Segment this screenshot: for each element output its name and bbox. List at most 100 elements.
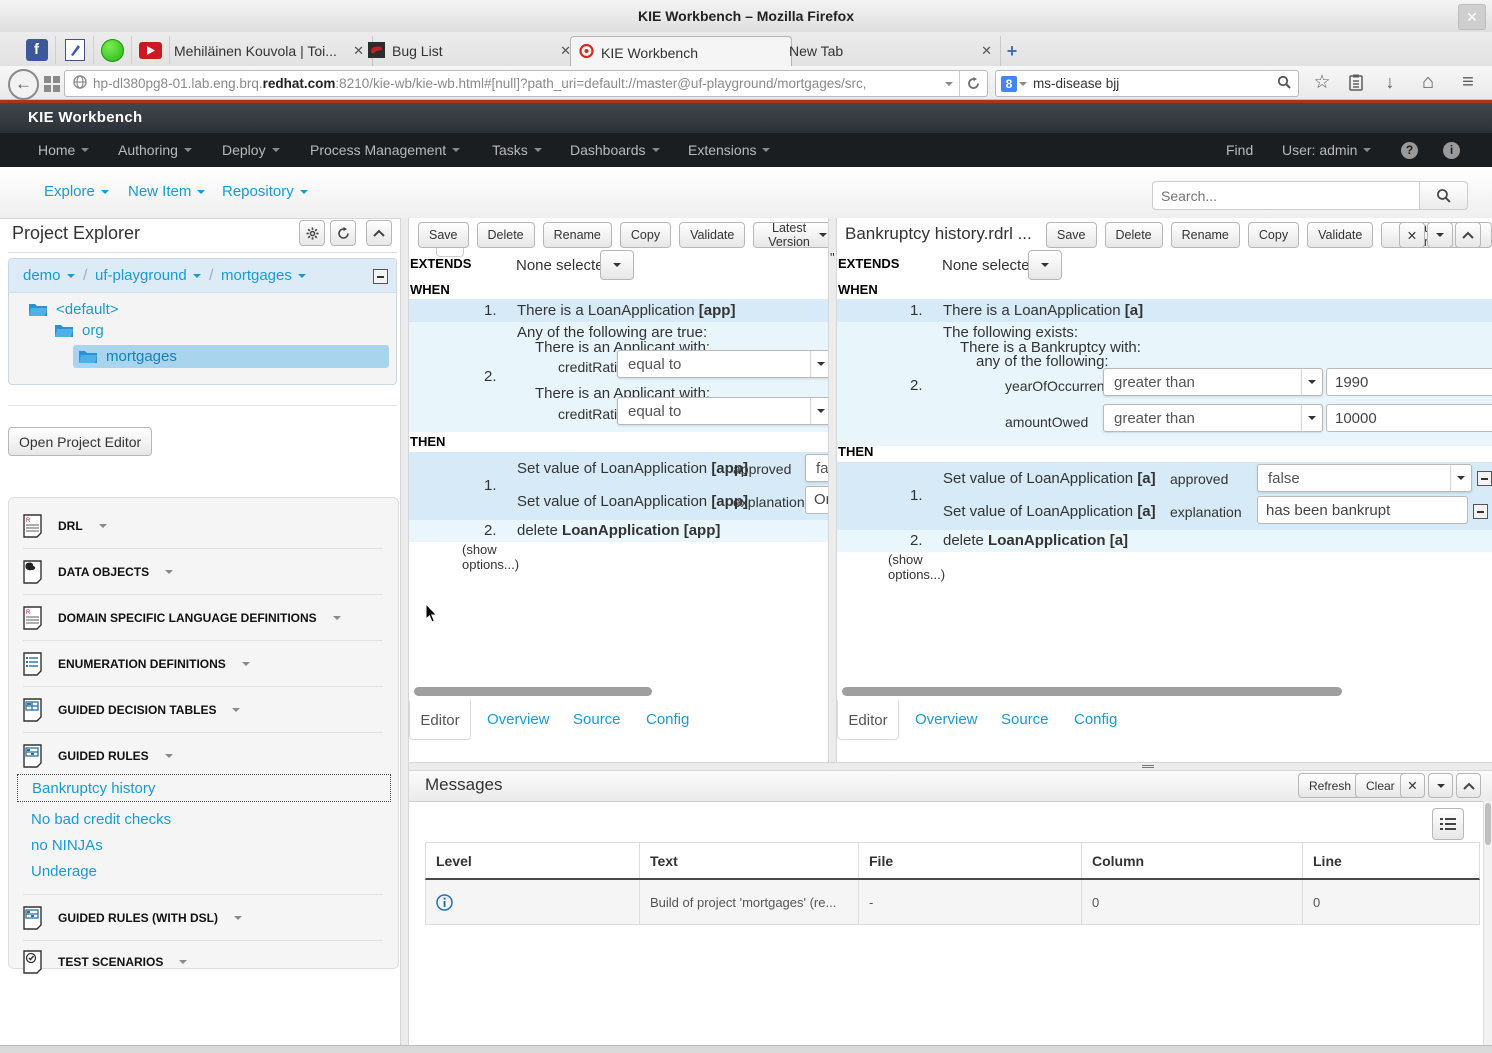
section-guided-rules[interactable]: GUIDED RULES xyxy=(23,744,173,768)
downloads-icon[interactable]: ↓ xyxy=(1376,69,1404,96)
approved-value-select-clipped[interactable]: fa xyxy=(805,454,828,482)
then-row-1[interactable]: Set value of LoanApplication [a] approve… xyxy=(837,462,1492,530)
breadcrumb-package[interactable]: mortgages xyxy=(221,267,306,284)
right-tab-overview[interactable]: Overview xyxy=(915,711,978,728)
message-list-view-button[interactable] xyxy=(1432,808,1464,840)
extends-dropdown-button[interactable] xyxy=(600,250,634,280)
editor-splitter[interactable] xyxy=(828,218,837,762)
guided-rule-item[interactable]: no NINJAs xyxy=(31,837,103,854)
menu-dashboards[interactable]: Dashboards xyxy=(570,133,660,167)
latest-version-button[interactable]: Latest Version xyxy=(753,222,828,248)
col-text[interactable]: Text xyxy=(640,843,859,878)
minimize-editor-button[interactable] xyxy=(1427,222,1453,248)
tab-kie-workbench[interactable]: KIE Workbench xyxy=(570,36,792,68)
breadcrumb-project[interactable]: uf-playground xyxy=(95,267,201,284)
close-messages-button[interactable]: ✕ xyxy=(1400,773,1425,798)
scrollbar-thumb[interactable] xyxy=(1485,803,1491,845)
tab-bug-list[interactable]: Bug List ✕ xyxy=(360,36,580,66)
search-go-icon[interactable] xyxy=(1270,75,1298,92)
minimize-messages-button[interactable] xyxy=(1428,773,1453,798)
when-row-2[interactable]: Any of the following are true: There is … xyxy=(409,322,828,432)
explanation-input-clipped[interactable]: On xyxy=(805,486,828,514)
tab-groups-icon[interactable] xyxy=(44,76,51,83)
col-column[interactable]: Column xyxy=(1082,843,1303,878)
tab-mehilainen[interactable]: Mehiläinen Kouvola | Toi... ✕ xyxy=(166,36,373,66)
when-row-2[interactable]: The following exists: There is a Bankrup… xyxy=(837,322,1492,446)
when-row-1[interactable]: 1. There is a LoanApplication [app] xyxy=(409,299,828,322)
pinned-tab-notes[interactable] xyxy=(56,36,94,64)
reload-button[interactable] xyxy=(959,71,987,96)
guided-rule-item-focused[interactable]: Bankruptcy history xyxy=(17,774,391,802)
validate-button[interactable]: Validate xyxy=(1307,222,1373,248)
clear-button[interactable]: Clear xyxy=(1355,773,1406,798)
extends-dropdown-button[interactable] xyxy=(1028,250,1062,280)
then-row-2[interactable]: 2. delete LoanApplication [a] xyxy=(837,530,1492,552)
menu-authoring[interactable]: Authoring xyxy=(118,133,192,167)
validate-button[interactable]: Validate xyxy=(679,222,745,248)
section-dsl-definitions[interactable]: R DOMAIN SPECIFIC LANGUAGE DEFINITIONS xyxy=(23,606,341,630)
messages-vertical-scrollbar[interactable] xyxy=(1483,801,1492,1045)
breadcrumb-repo[interactable]: demo xyxy=(23,267,75,284)
copy-button[interactable]: Copy xyxy=(1248,222,1299,248)
creditRating-operator-select[interactable]: equal to xyxy=(617,350,828,378)
mid-horizontal-scrollbar[interactable] xyxy=(414,687,652,696)
messages-splitter[interactable] xyxy=(409,762,1492,771)
amountOwed-value-input[interactable] xyxy=(1326,404,1492,432)
delete-button[interactable]: Delete xyxy=(477,222,535,248)
right-tab-editor[interactable]: Editor xyxy=(837,700,899,740)
section-test-scenarios[interactable]: TEST SCENARIOS xyxy=(23,950,187,974)
save-button[interactable]: Save xyxy=(1046,222,1097,248)
menu-hamburger-icon[interactable]: ≡ xyxy=(1454,69,1482,96)
menu-user[interactable]: User: admin xyxy=(1282,133,1371,167)
explorer-settings-button[interactable] xyxy=(299,220,325,246)
mid-tab-overview[interactable]: Overview xyxy=(487,711,550,728)
tab-new-tab[interactable]: New Tab ✕ xyxy=(781,36,1001,66)
workbench-search-button[interactable] xyxy=(1419,181,1468,210)
bottom-scrollbar[interactable] xyxy=(0,1045,1492,1053)
refresh-button[interactable]: Refresh xyxy=(1298,773,1362,798)
col-file[interactable]: File xyxy=(859,843,1082,878)
close-editor-button[interactable]: ✕ xyxy=(1399,222,1425,248)
menu-process-management[interactable]: Process Management xyxy=(310,133,460,167)
bookmark-star-icon[interactable]: ☆ xyxy=(1308,69,1336,96)
pinned-tab-facebook[interactable]: f xyxy=(18,36,56,64)
browser-search-bar[interactable]: 8 ms-disease bjj xyxy=(995,70,1299,97)
section-drl[interactable]: R DRL xyxy=(23,514,107,538)
collapse-editor-button[interactable] xyxy=(1455,222,1481,248)
tree-item-org[interactable]: org xyxy=(55,322,104,339)
remove-field-icon[interactable] xyxy=(1473,504,1488,519)
menu-home[interactable]: Home xyxy=(38,133,89,167)
workbench-search-input[interactable] xyxy=(1152,181,1420,210)
mid-tab-config[interactable]: Config xyxy=(646,711,689,728)
section-guided-decision-tables[interactable]: GUIDED DECISION TABLES xyxy=(23,698,240,722)
show-options-link[interactable]: (showoptions...) xyxy=(888,552,958,582)
col-level[interactable]: Level xyxy=(426,843,640,878)
breadcrumb-collapse-icon[interactable] xyxy=(373,269,388,284)
tree-item-mortgages-selected[interactable]: mortgages xyxy=(73,345,389,368)
tab-close-icon[interactable]: ✕ xyxy=(981,43,992,59)
mid-tab-editor[interactable]: Editor xyxy=(409,700,471,740)
yearOfOccurrence-value-input[interactable] xyxy=(1326,368,1492,396)
right-tab-config[interactable]: Config xyxy=(1074,711,1117,728)
right-horizontal-scrollbar[interactable] xyxy=(842,687,1342,696)
open-project-editor-button[interactable]: Open Project Editor xyxy=(8,427,152,456)
url-dropdown-icon[interactable] xyxy=(945,82,953,86)
rename-button[interactable]: Rename xyxy=(543,222,612,248)
menu-deploy[interactable]: Deploy xyxy=(222,133,280,167)
pinned-tab-youtube[interactable] xyxy=(132,36,170,64)
explorer-collapse-button[interactable] xyxy=(366,220,392,246)
window-close-button[interactable]: ✕ xyxy=(1458,4,1486,30)
copy-button[interactable]: Copy xyxy=(620,222,671,248)
back-button[interactable]: ← xyxy=(8,69,39,100)
when-row-1[interactable]: 1. There is a LoanApplication [a] xyxy=(837,299,1492,322)
new-tab-button[interactable]: + xyxy=(1000,40,1024,62)
section-enumeration-definitions[interactable]: ENUMERATION DEFINITIONS xyxy=(23,652,250,676)
link-explore[interactable]: Explore xyxy=(44,183,109,200)
bookmarks-list-icon[interactable] xyxy=(1342,69,1370,96)
delete-button[interactable]: Delete xyxy=(1105,222,1163,248)
url-bar[interactable]: hp-dl380pg8-01.lab.eng.brq.redhat.com:82… xyxy=(64,70,988,97)
menu-extensions[interactable]: Extensions xyxy=(688,133,770,167)
approved-value-select[interactable]: false xyxy=(1257,464,1472,492)
message-row[interactable]: Build of project 'mortgages' (re... - 0 … xyxy=(425,880,1480,925)
info-icon[interactable]: i xyxy=(1443,142,1460,159)
